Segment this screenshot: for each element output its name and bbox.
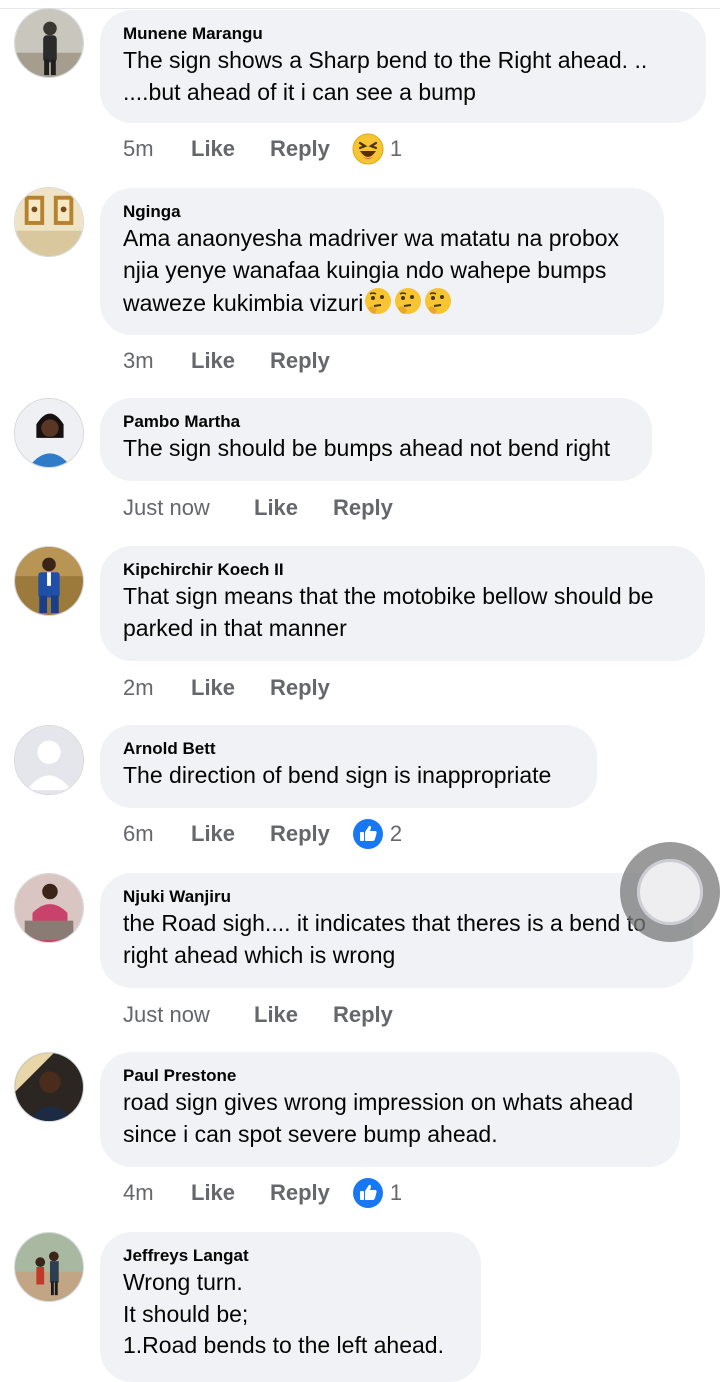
thinking-face-icon xyxy=(393,286,423,325)
thumbs-up-icon xyxy=(352,1178,383,1208)
avatar[interactable] xyxy=(14,1052,84,1122)
comment-bubble: Kipchirchir Koech II That sign means tha… xyxy=(100,546,705,661)
reply-button[interactable]: Reply xyxy=(333,495,393,521)
comment-bubble: Paul Prestone road sign gives wrong impr… xyxy=(100,1052,680,1167)
like-button[interactable]: Like xyxy=(191,675,270,701)
comment-bubble: Arnold Bett The direction of bend sign i… xyxy=(100,725,597,808)
comment-actions: 3m Like Reply xyxy=(123,344,330,378)
reaction-count: 1 xyxy=(389,136,403,161)
avatar[interactable] xyxy=(14,725,84,795)
comment-actions: 2m Like Reply xyxy=(123,671,330,705)
comment-text: Ama anaonyesha madriver wa matatu na pro… xyxy=(123,223,642,325)
comment-bubble: Jeffreys Langat Wrong turn. It should be… xyxy=(100,1232,481,1382)
comment-timestamp: 5m xyxy=(123,136,154,161)
comment-author[interactable]: Munene Marangu xyxy=(123,23,684,45)
comment-bubble: Njuki Wanjiru the Road sigh.... it indic… xyxy=(100,873,693,988)
reaction-count: 2 xyxy=(389,821,403,846)
avatar[interactable] xyxy=(14,398,84,468)
like-button[interactable]: Like xyxy=(191,821,270,847)
comment-actions: Just now Like Reply xyxy=(123,491,393,525)
laughing-emoji-icon xyxy=(352,133,384,165)
comment-text: road sign gives wrong impression on what… xyxy=(123,1089,634,1147)
avatar[interactable] xyxy=(14,873,84,943)
avatar[interactable] xyxy=(14,546,84,616)
reaction-summary[interactable]: 2 xyxy=(352,818,402,850)
comment-actions: 6m Like Reply 2 xyxy=(123,817,402,851)
avatar[interactable] xyxy=(14,187,84,257)
comment-author[interactable]: Pambo Martha xyxy=(123,411,630,433)
comment-author[interactable]: Arnold Bett xyxy=(123,738,575,760)
comment-timestamp: 3m xyxy=(123,348,154,373)
reply-button[interactable]: Reply xyxy=(270,1180,330,1206)
reaction-summary[interactable]: 1 xyxy=(352,1177,402,1209)
comment-author[interactable]: Paul Prestone xyxy=(123,1065,658,1087)
comment-author[interactable]: Njuki Wanjiru xyxy=(123,886,671,908)
comment-text: That sign means that the motobike bellow… xyxy=(123,583,654,641)
comment-text: The sign shows a Sharp bend to the Right… xyxy=(123,47,648,105)
comment-text: The sign should be bumps ahead not bend … xyxy=(123,435,611,461)
thumbs-up-icon xyxy=(352,819,383,849)
comment-bubble: Pambo Martha The sign should be bumps ah… xyxy=(100,398,652,481)
comment-actions: 4m Like Reply 1 xyxy=(123,1176,402,1210)
reaction-count: 1 xyxy=(389,1180,403,1205)
reaction-summary[interactable]: 1 xyxy=(352,133,402,165)
like-button[interactable]: Like xyxy=(254,495,333,521)
comment-actions: 5m Like Reply 1 xyxy=(123,132,402,166)
like-button[interactable]: Like xyxy=(254,1002,333,1028)
comment-timestamp: Just now xyxy=(123,1002,210,1027)
comment-author[interactable]: Jeffreys Langat xyxy=(123,1245,459,1267)
comment-timestamp: 2m xyxy=(123,675,154,700)
avatar[interactable] xyxy=(14,8,84,78)
comment-timestamp: 6m xyxy=(123,821,154,846)
thinking-face-icon xyxy=(363,286,393,325)
avatar[interactable] xyxy=(14,1232,84,1302)
comment-author[interactable]: Nginga xyxy=(123,201,642,223)
reply-button[interactable]: Reply xyxy=(333,1002,393,1028)
like-button[interactable]: Like xyxy=(191,136,270,162)
comment-text: the Road sigh.... it indicates that ther… xyxy=(123,910,646,968)
touch-indicator xyxy=(620,842,720,942)
like-button[interactable]: Like xyxy=(191,1180,270,1206)
top-divider xyxy=(0,8,720,9)
comment-actions: Just now Like Reply xyxy=(123,998,393,1032)
reply-button[interactable]: Reply xyxy=(270,675,330,701)
comment-text: Wrong turn. It should be; 1.Road bends t… xyxy=(123,1269,444,1358)
comment-author[interactable]: Kipchirchir Koech II xyxy=(123,559,683,581)
comment-text: The direction of bend sign is inappropri… xyxy=(123,762,552,788)
comment-bubble: Munene Marangu The sign shows a Sharp be… xyxy=(100,10,706,123)
reply-button[interactable]: Reply xyxy=(270,821,330,847)
comment-bubble: Nginga Ama anaonyesha madriver wa matatu… xyxy=(100,188,664,335)
like-button[interactable]: Like xyxy=(191,348,270,374)
comment-timestamp: Just now xyxy=(123,495,210,520)
reply-button[interactable]: Reply xyxy=(270,136,330,162)
thinking-face-icon xyxy=(423,286,453,325)
comment-timestamp: 4m xyxy=(123,1180,154,1205)
reply-button[interactable]: Reply xyxy=(270,348,330,374)
